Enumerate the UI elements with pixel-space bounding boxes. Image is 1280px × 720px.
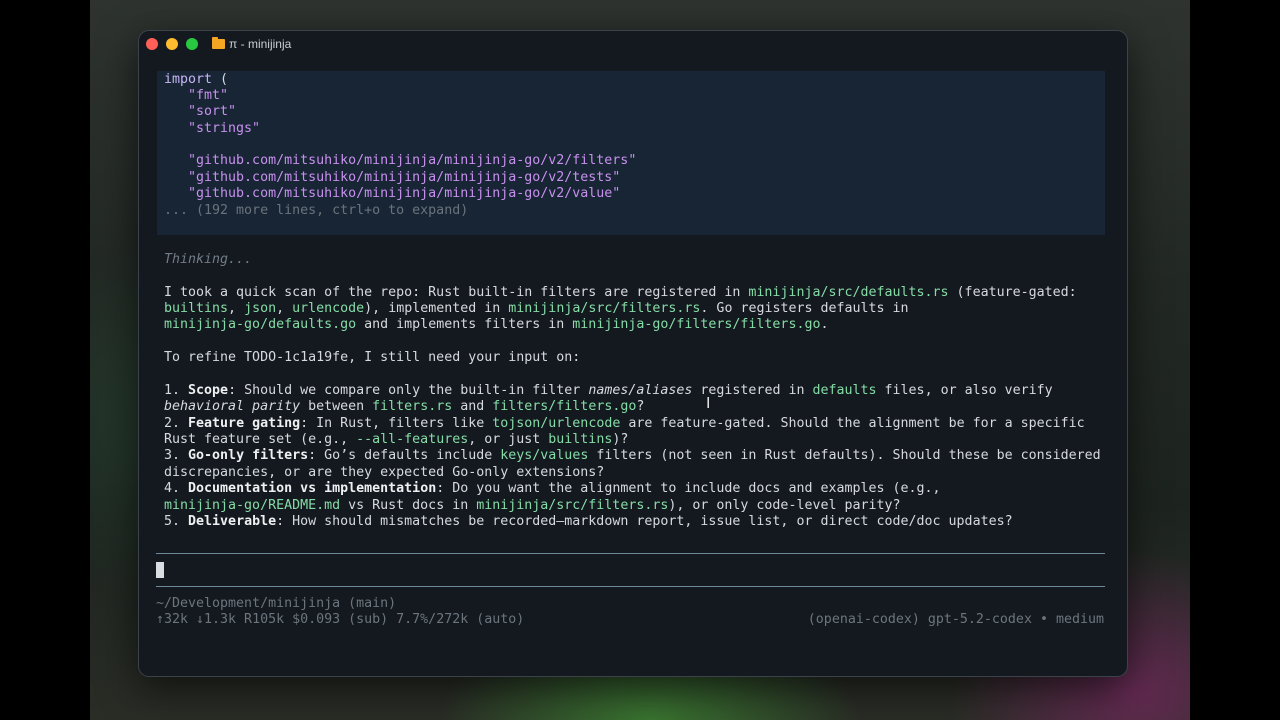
question-item: discrepancies, or are they expected Go-o… — [164, 465, 605, 480]
question-item: 3. Go-only filters: Go’s defaults includ… — [164, 448, 1101, 463]
input-top-divider — [156, 553, 1105, 554]
question-item: minijinja-go/README.md vs Rust docs in m… — [164, 498, 901, 513]
code-line: "strings" — [164, 121, 261, 136]
message-line: minijinja-go/defaults.go and implements … — [164, 317, 829, 332]
expand-hint[interactable]: ... (192 more lines, ctrl+o to expand) — [164, 202, 468, 219]
message-line: I took a quick scan of the repo: Rust bu… — [164, 285, 1077, 300]
question-item: Rust feature set (e.g., --all-features, … — [164, 432, 629, 447]
question-item: 2. Feature gating: In Rust, filters like… — [164, 416, 1085, 431]
code-line: "fmt" — [164, 88, 229, 103]
token-stats: ↑32k ↓1.3k R105k $0.093 (sub) 7.7%/272k … — [156, 612, 525, 627]
code-path: minijinja-go/filters/filters.go — [572, 317, 821, 332]
code-path: filters/filters.go — [492, 399, 637, 414]
question-item: 1. Scope: Should we compare only the bui… — [164, 383, 1053, 398]
folder-icon — [212, 37, 225, 49]
prompt-input-cursor[interactable] — [156, 562, 164, 578]
code-path: defaults — [812, 383, 877, 398]
code-path: minijinja-go/README.md — [164, 498, 341, 513]
code-path: keys/values — [500, 448, 589, 463]
code-path: urlencode — [292, 301, 365, 316]
code-path: minijinja/src/defaults.rs — [748, 285, 949, 300]
terminal-window[interactable]: π - minijinja import ( "fmt" "sort" "str… — [138, 30, 1128, 677]
message-line: To refine TODO-1c1a19fe, I still need yo… — [164, 350, 581, 365]
code-line: "github.com/mitsuhiko/minijinja/minijinj… — [164, 186, 621, 201]
cwd-status: ~/Development/minijinja (main) — [156, 596, 397, 611]
close-button[interactable] — [146, 38, 158, 50]
model-status: (openai-codex) gpt-5.2-codex • medium — [807, 612, 1104, 627]
question-item: behavioral parity between filters.rs and… — [164, 399, 645, 414]
text-cursor-icon: I — [706, 394, 711, 412]
message-line: builtins, json, urlencode), implemented … — [164, 301, 909, 316]
window-title: π - minijinja — [229, 37, 292, 51]
maximize-button[interactable] — [186, 38, 198, 50]
code-path: minijinja/src/filters.rs — [508, 301, 701, 316]
code-path: tojson/urlencode — [492, 416, 621, 431]
code-line: "github.com/mitsuhiko/minijinja/minijinj… — [164, 153, 637, 168]
code-line: import ( — [164, 72, 229, 87]
code-line: "github.com/mitsuhiko/minijinja/minijinj… — [164, 170, 621, 185]
question-item: 5. Deliverable: How should mismatches be… — [164, 514, 1013, 529]
code-line: "sort" — [164, 104, 237, 119]
minimize-button[interactable] — [166, 38, 178, 50]
code-path: --all-features — [356, 432, 469, 447]
code-path: minijinja-go/defaults.go — [164, 317, 357, 332]
question-item: 4. Documentation vs implementation: Do y… — [164, 481, 941, 496]
code-path: json — [244, 301, 277, 316]
code-path: minijinja/src/filters.rs — [476, 498, 669, 513]
code-path: builtins — [164, 301, 229, 316]
code-path: builtins — [548, 432, 613, 447]
thinking-label: Thinking... — [164, 252, 253, 267]
title-bar[interactable]: π - minijinja — [139, 31, 1127, 58]
input-bottom-divider — [156, 586, 1105, 587]
code-path: filters.rs — [372, 399, 453, 414]
